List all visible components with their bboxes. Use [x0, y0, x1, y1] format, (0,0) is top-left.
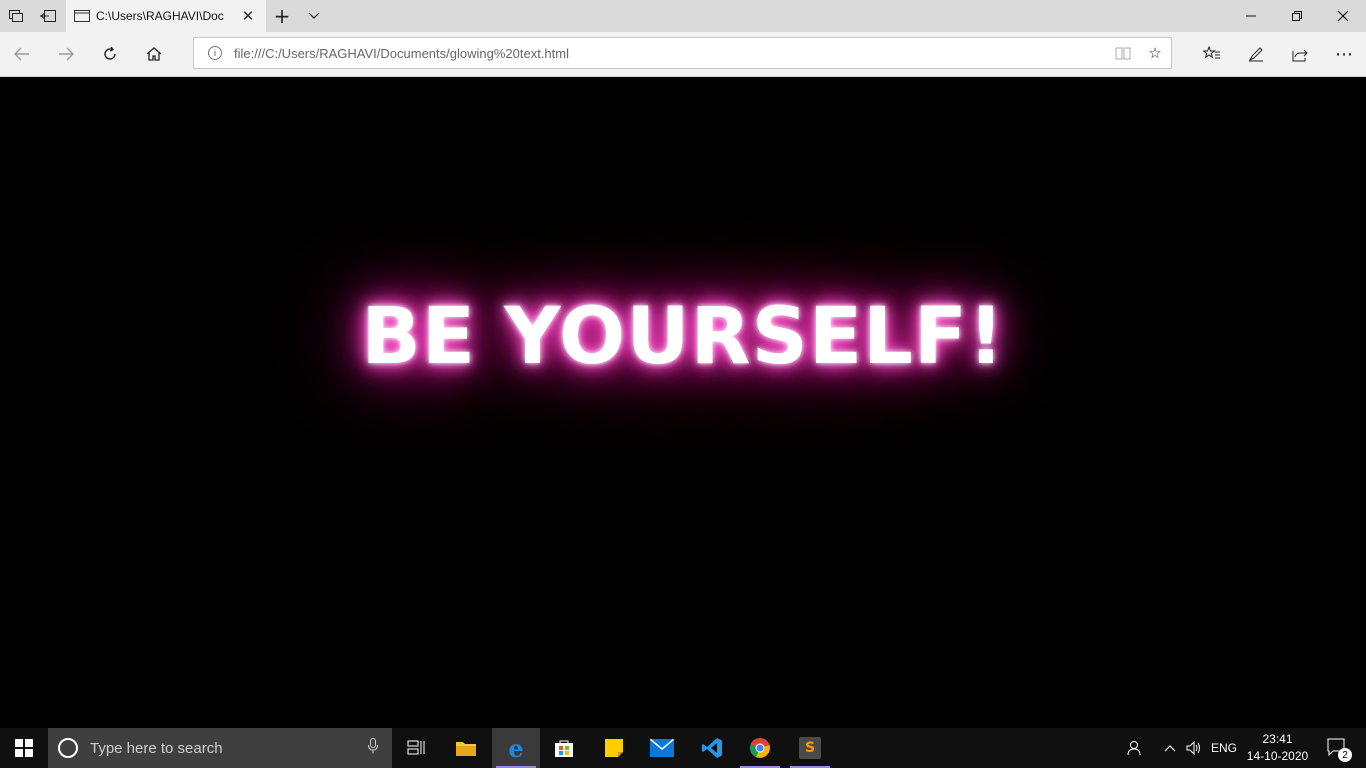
navigation-bar: i file:///C:/Users/RAGHAVI/Documents/glo…: [0, 32, 1366, 77]
vscode-icon[interactable]: [688, 728, 736, 768]
chrome-icon[interactable]: [736, 728, 784, 768]
page-icon: [74, 7, 90, 26]
new-tab-icon[interactable]: +: [266, 0, 298, 32]
glowing-heading: BE YOURSELF!: [361, 292, 1005, 382]
page-content: BE YOURSELF!: [0, 77, 1366, 728]
close-window-icon[interactable]: [1320, 0, 1366, 32]
address-bar[interactable]: i file:///C:/Users/RAGHAVI/Documents/glo…: [193, 37, 1172, 69]
file-explorer-icon[interactable]: [442, 728, 490, 768]
tabs-aside-icon[interactable]: [32, 0, 64, 32]
notes-pen-icon[interactable]: [1240, 38, 1272, 70]
favorite-star-icon[interactable]: ☆: [1139, 38, 1171, 68]
address-input[interactable]: file:///C:/Users/RAGHAVI/Documents/glowi…: [234, 46, 1107, 61]
sublime-text-icon[interactable]: S: [786, 728, 834, 768]
home-icon[interactable]: [138, 38, 170, 70]
edge-browser-icon[interactable]: e: [492, 728, 540, 768]
cortana-icon[interactable]: [58, 738, 78, 758]
minimize-icon[interactable]: [1228, 0, 1274, 32]
sticky-notes-icon[interactable]: [590, 728, 638, 768]
task-view-icon[interactable]: [392, 728, 440, 768]
tab-close-icon[interactable]: ✕: [240, 7, 256, 25]
clock-date: 14-10-2020: [1246, 749, 1309, 763]
taskbar-search[interactable]: Type here to search: [48, 728, 392, 768]
restore-icon[interactable]: [1274, 0, 1320, 32]
refresh-icon[interactable]: [94, 38, 126, 70]
search-input[interactable]: Type here to search: [90, 740, 368, 757]
back-icon[interactable]: [6, 38, 38, 70]
microphone-icon[interactable]: [368, 738, 378, 758]
people-icon[interactable]: [1120, 728, 1150, 768]
favorites-hub-icon[interactable]: [1196, 38, 1228, 70]
action-center-icon[interactable]: 2: [1318, 728, 1358, 768]
tab-bar: C:\Users\RAGHAVI\Doc ✕ +: [0, 0, 1366, 32]
set-aside-tabs-icon[interactable]: [0, 0, 32, 32]
tab-list-chevron-icon[interactable]: [298, 0, 330, 32]
store-icon[interactable]: [540, 728, 588, 768]
tab-title: C:\Users\RAGHAVI\Doc: [96, 9, 224, 23]
clock-time: 23:41: [1262, 732, 1293, 746]
start-windows-icon[interactable]: [0, 728, 48, 768]
language-indicator[interactable]: ENG: [1208, 728, 1240, 768]
mail-icon[interactable]: [638, 728, 686, 768]
show-hidden-icons-chevron-icon[interactable]: [1158, 728, 1182, 768]
share-icon[interactable]: [1284, 38, 1316, 70]
reading-view-icon[interactable]: [1107, 38, 1139, 68]
more-options-icon[interactable]: ⋯: [1328, 38, 1360, 70]
volume-icon[interactable]: [1182, 728, 1206, 768]
browser-tab[interactable]: C:\Users\RAGHAVI\Doc ✕: [66, 0, 266, 32]
clock[interactable]: 23:41 14-10-2020: [1240, 728, 1315, 768]
taskbar: Type here to search e S ENG 23:41 14-10-…: [0, 728, 1366, 768]
notification-count-badge: 2: [1338, 748, 1352, 762]
forward-icon[interactable]: [50, 38, 82, 70]
site-info-icon[interactable]: i: [208, 46, 222, 60]
